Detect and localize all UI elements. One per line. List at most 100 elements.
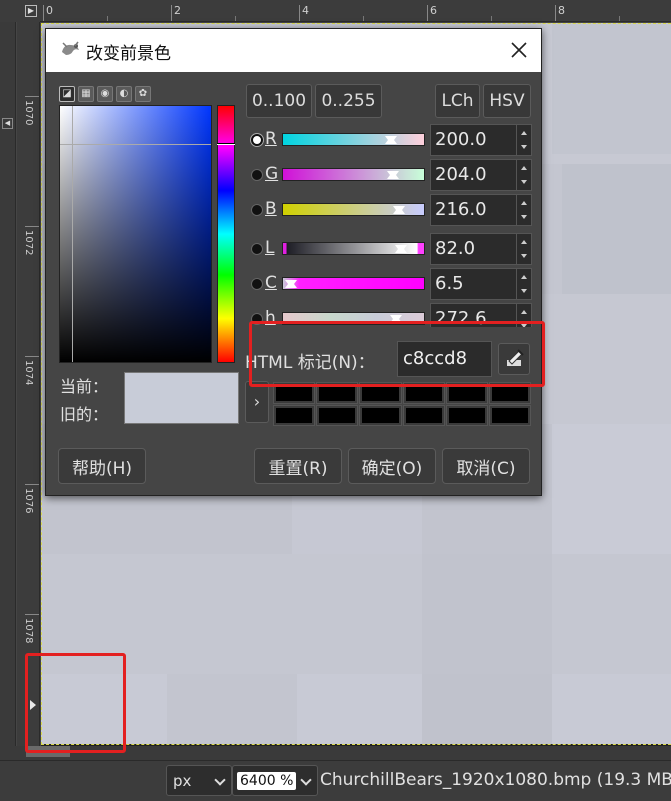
channel-c-spinner[interactable] xyxy=(517,268,532,300)
ruler-menu-icon[interactable]: ▶ xyxy=(25,5,37,17)
gimp-selector-icon[interactable]: ◪ xyxy=(59,86,75,102)
history-swatch[interactable] xyxy=(445,404,488,426)
saturation-value-area[interactable] xyxy=(59,105,212,363)
history-swatch[interactable] xyxy=(316,382,359,404)
history-swatch[interactable] xyxy=(359,404,402,426)
slider-handle[interactable] xyxy=(285,280,297,290)
cmyk-selector-icon[interactable]: ▦ xyxy=(78,86,94,102)
channel-row-b: B 216.0 xyxy=(249,194,534,226)
scrollbar-handle[interactable] xyxy=(26,746,70,757)
channel-r-slider[interactable] xyxy=(282,133,425,146)
channel-l-spinner[interactable] xyxy=(517,233,532,265)
unit-select[interactable]: px xyxy=(166,765,232,796)
lch-model-button[interactable]: LCh xyxy=(435,84,480,118)
hruler-label: 4 xyxy=(302,4,309,17)
vruler-label: 1072 xyxy=(23,230,34,256)
history-swatch[interactable] xyxy=(402,382,445,404)
channel-g-spinner[interactable] xyxy=(517,159,532,191)
collapse-arrow-icon[interactable]: ◀ xyxy=(2,118,13,129)
slider-handle[interactable] xyxy=(393,206,405,216)
channel-l-label: L xyxy=(265,238,275,258)
history-swatch[interactable] xyxy=(316,404,359,426)
history-swatch[interactable] xyxy=(488,382,532,404)
reset-button[interactable]: 重置(R) xyxy=(254,448,342,484)
status-file-info: ChurchillBears_1920x1080.bmp (19.3 MB xyxy=(320,770,671,790)
help-button[interactable]: 帮助(H) xyxy=(58,448,146,484)
channel-b-slider[interactable] xyxy=(282,203,425,216)
hruler-label: 8 xyxy=(558,4,565,17)
html-notation-input[interactable]: c8ccd8 xyxy=(397,341,492,377)
channel-g-label: G xyxy=(265,164,279,184)
cancel-button[interactable]: 取消(C) xyxy=(442,448,530,484)
slider-handle[interactable] xyxy=(385,136,397,146)
canvas-navigate-icon[interactable] xyxy=(30,700,36,710)
zoom-select[interactable]: 6400 % xyxy=(232,765,318,796)
channel-row-l: L 82.0 xyxy=(249,233,534,265)
change-foreground-color-dialog: 改变前景色 ◪ ▦ ◉ ◐ ✿ 当前： 旧的： › 0..100 0..255 … xyxy=(45,28,542,496)
history-swatch[interactable] xyxy=(488,404,532,426)
channel-row-g: G 204.0 xyxy=(249,159,534,191)
dialog-title: 改变前景色 xyxy=(86,44,171,64)
channel-g-radio[interactable] xyxy=(251,169,263,181)
slider-handle[interactable] xyxy=(395,245,407,255)
zoom-value[interactable]: 6400 % xyxy=(237,771,297,790)
vruler-label: 1078 xyxy=(23,618,34,644)
vruler-label: 1074 xyxy=(23,360,34,386)
slider-handle[interactable] xyxy=(387,171,399,181)
channel-l-value[interactable]: 82.0 xyxy=(430,233,517,265)
channel-g-slider[interactable] xyxy=(282,168,425,181)
channel-r-spinner[interactable] xyxy=(517,124,532,156)
hsv-model-button[interactable]: HSV xyxy=(483,84,531,118)
color-history xyxy=(272,382,532,426)
channel-b-value[interactable]: 216.0 xyxy=(430,194,517,226)
chevron-down-icon xyxy=(300,774,312,786)
add-to-history-button[interactable]: › xyxy=(245,381,269,423)
sv-crosshair-horizontal xyxy=(60,144,211,145)
channel-b-spinner[interactable] xyxy=(517,194,532,226)
channel-c-value[interactable]: 6.5 xyxy=(430,268,517,300)
scale-0-255-button[interactable]: 0..255 xyxy=(315,84,382,118)
channel-h-value[interactable]: 272.6 xyxy=(430,303,517,327)
hue-marker[interactable] xyxy=(217,143,235,145)
channel-r-label: R xyxy=(265,129,277,149)
history-swatch[interactable] xyxy=(272,382,316,404)
channel-c-slider[interactable] xyxy=(282,277,425,290)
channel-g-value[interactable]: 204.0 xyxy=(430,159,517,191)
channel-b-label: B xyxy=(265,199,277,219)
history-swatch[interactable] xyxy=(359,382,402,404)
channel-h-radio[interactable] xyxy=(251,313,263,325)
channel-l-radio[interactable] xyxy=(251,243,263,255)
hue-slider[interactable] xyxy=(217,105,235,363)
channel-r-value[interactable]: 200.0 xyxy=(430,124,517,156)
hruler-label: 0 xyxy=(46,4,53,17)
channel-h-label: h xyxy=(265,308,276,327)
color-picker-button[interactable] xyxy=(498,343,530,375)
old-color-label: 旧的： xyxy=(60,405,109,424)
unit-value: px xyxy=(173,771,192,790)
channel-c-radio[interactable] xyxy=(251,278,263,290)
channel-row-h: h 272.6 xyxy=(249,303,534,327)
dialog-titlebar[interactable]: 改变前景色 xyxy=(46,29,541,72)
slider-handle[interactable] xyxy=(390,315,402,325)
history-swatch[interactable] xyxy=(402,404,445,426)
ok-button[interactable]: 确定(O) xyxy=(348,448,436,484)
channel-row-r: R 200.0 xyxy=(249,124,534,156)
palette-selector-icon[interactable]: ✿ xyxy=(135,86,151,102)
close-icon[interactable] xyxy=(507,38,531,62)
channel-h-slider[interactable] xyxy=(282,312,425,325)
channel-c-label: C xyxy=(265,273,277,293)
gimp-wilber-icon xyxy=(62,41,79,55)
scale-0-100-button[interactable]: 0..100 xyxy=(246,84,312,118)
history-swatch[interactable] xyxy=(272,404,316,426)
channel-b-radio[interactable] xyxy=(251,204,263,216)
wheel-selector-icon[interactable]: ◐ xyxy=(116,86,132,102)
status-bar: px 6400 % ChurchillBears_1920x1080.bmp (… xyxy=(0,760,671,801)
left-dock-strip: ◀ xyxy=(0,22,16,767)
triangle-selector-icon[interactable]: ◉ xyxy=(97,86,113,102)
horizontal-scrollbar[interactable] xyxy=(0,746,671,760)
horizontal-ruler: 0 2 4 6 8 xyxy=(40,0,671,22)
history-swatch[interactable] xyxy=(445,382,488,404)
channel-h-spinner[interactable] xyxy=(517,303,532,327)
channel-l-slider[interactable] xyxy=(282,242,425,255)
channel-r-radio[interactable] xyxy=(251,134,263,146)
